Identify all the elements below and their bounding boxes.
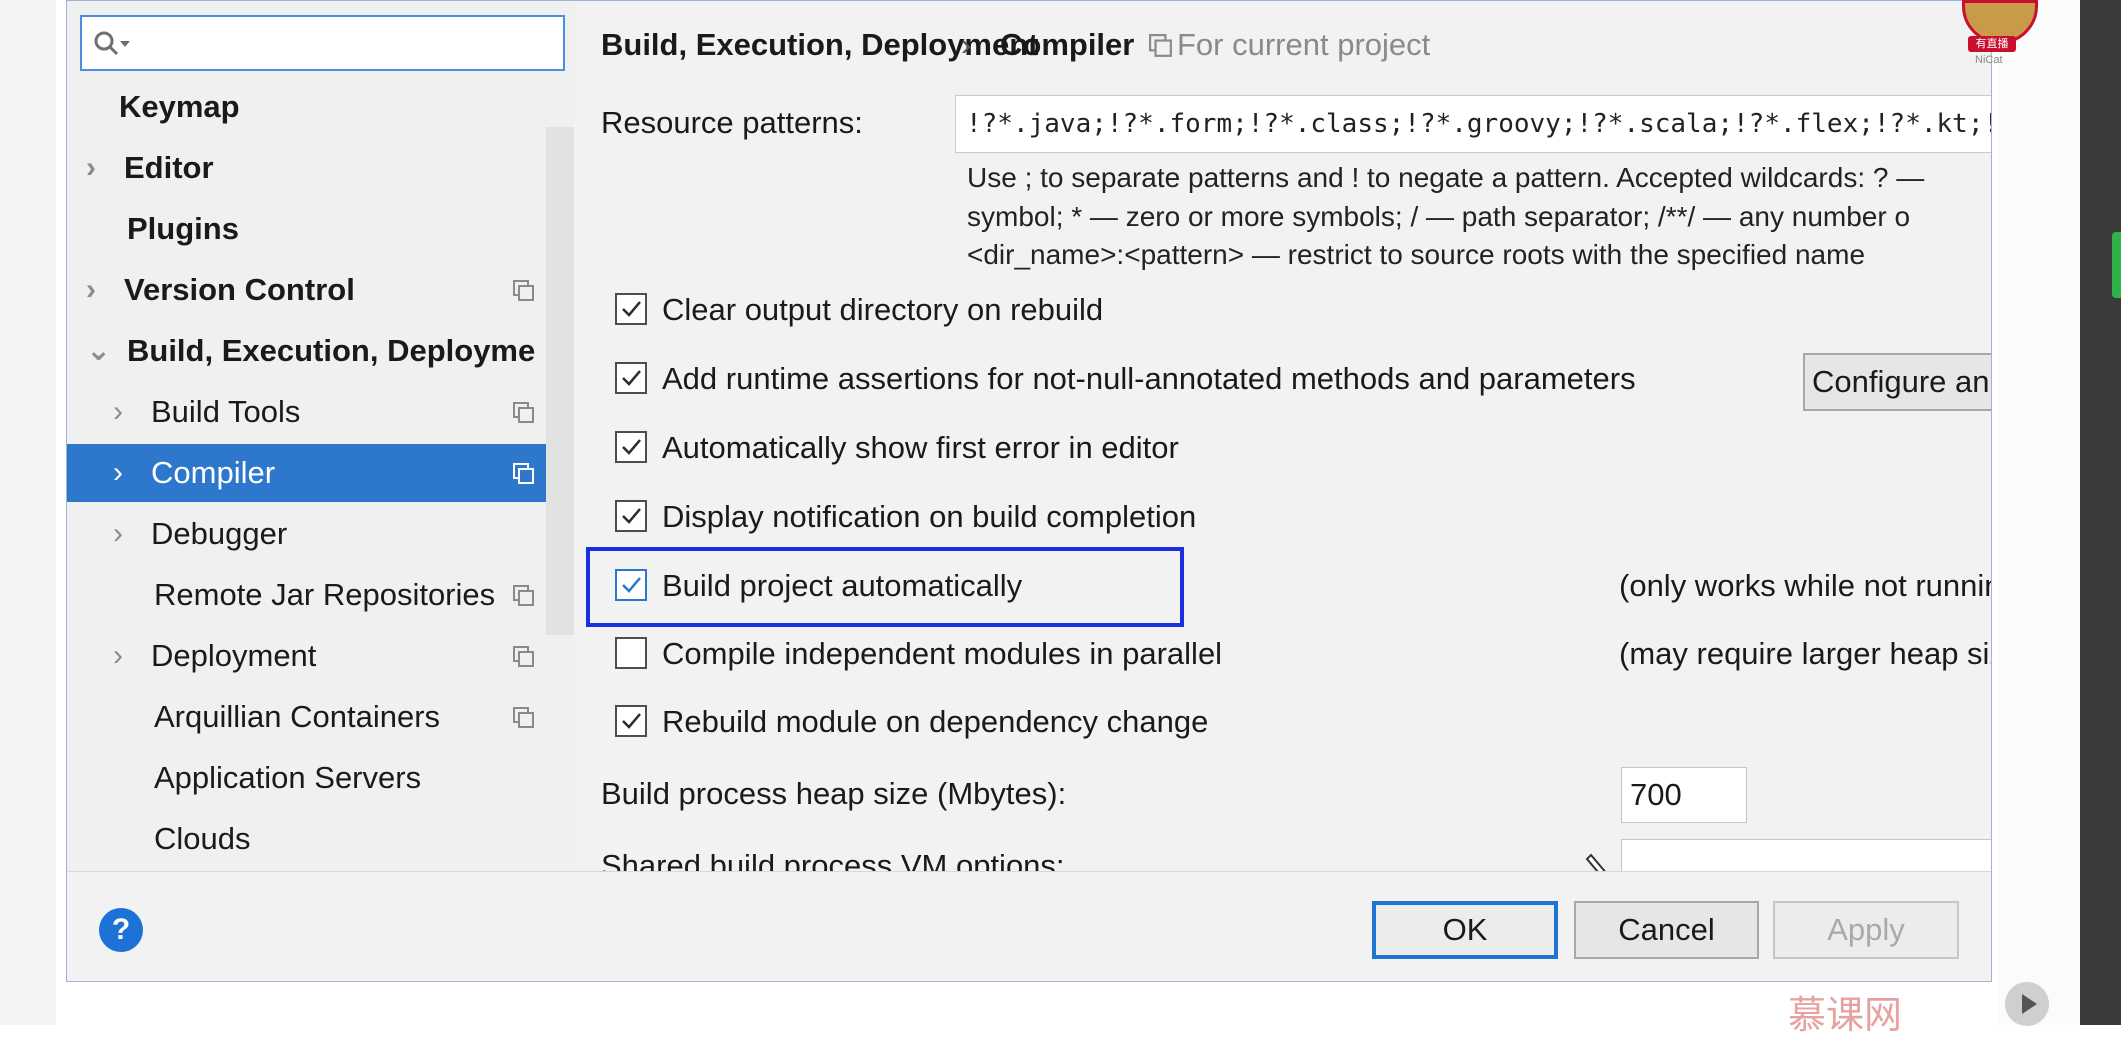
settings-sidebar: Keymap › Editor Plugins › Version Contro…: [67, 1, 574, 871]
scope-label: For current project: [1177, 27, 1431, 62]
apply-button[interactable]: Apply: [1773, 901, 1959, 959]
project-scope-icon: [513, 646, 534, 667]
background-page: [0, 0, 56, 1025]
play-button[interactable]: [2005, 982, 2049, 1026]
checkbox[interactable]: [615, 362, 647, 394]
option-label: Clear output directory on rebuild: [662, 292, 1104, 327]
option-label: Automatically show first error in editor: [662, 430, 1179, 465]
pencil-cursor-icon: [1585, 853, 1606, 871]
streamer-name: NiCat: [1975, 54, 2003, 66]
sidebar-item-label: Build Tools: [151, 394, 301, 429]
sidebar-item-arquillian-containers[interactable]: Arquillian Containers: [67, 688, 574, 746]
sidebar-item-clouds[interactable]: Clouds: [67, 810, 574, 868]
cancel-button[interactable]: Cancel: [1574, 901, 1759, 959]
auto-build-note: (only works while not running: [1619, 568, 1992, 603]
checkbox[interactable]: [615, 431, 647, 463]
project-scope-icon: [513, 585, 534, 606]
sidebar-item-debugger[interactable]: › Debugger: [67, 505, 574, 563]
side-tab[interactable]: [2112, 232, 2121, 298]
project-scope-icon: [513, 463, 534, 484]
vm-options-label: Shared build process VM options:: [601, 848, 1065, 871]
sidebar-item-label: Application Servers: [154, 760, 422, 795]
background-panel: [1998, 0, 2080, 1025]
resource-patterns-input[interactable]: !?*.java;!?*.form;!?*.class;!?*.groovy;!…: [955, 95, 1991, 153]
chevron-right-icon[interactable]: ›: [113, 627, 133, 685]
sidebar-item-label: Remote Jar Repositories: [154, 577, 496, 612]
parallel-note: (may require larger heap size): [1619, 636, 1992, 671]
project-scope-icon: [513, 707, 534, 728]
ok-button[interactable]: OK: [1372, 901, 1558, 959]
settings-dialog: Keymap › Editor Plugins › Version Contro…: [66, 0, 1992, 982]
sidebar-item-editor[interactable]: › Editor: [67, 139, 574, 197]
option-label: Rebuild module on dependency change: [662, 704, 1209, 739]
sidebar-item-label: Version Control: [124, 272, 355, 307]
option-label: Add runtime assertions for not-null-anno…: [662, 361, 1636, 396]
sidebar-item-plugins[interactable]: Plugins: [67, 200, 574, 258]
sidebar-scrollbar[interactable]: [546, 127, 574, 635]
live-badge: 有直播: [1968, 36, 2016, 52]
chevron-right-icon[interactable]: ›: [113, 383, 133, 441]
project-scope-icon: [513, 402, 534, 423]
configure-annotations-button[interactable]: Configure anno: [1803, 353, 1991, 411]
chevron-right-icon[interactable]: ›: [86, 261, 106, 319]
heap-size-input[interactable]: 700: [1621, 767, 1747, 823]
highlight-box: [586, 547, 1184, 627]
sidebar-item-label: Build, Execution, Deployment: [127, 333, 537, 368]
breadcrumb-parent[interactable]: Build, Execution, Deployment: [601, 23, 1039, 67]
sidebar-item-label: Debugger: [151, 516, 288, 551]
play-icon: [2022, 994, 2037, 1014]
project-scope-icon: [1149, 34, 1172, 57]
sidebar-item-label: Keymap: [119, 89, 240, 124]
sidebar-item-compiler[interactable]: › Compiler: [67, 444, 574, 502]
sidebar-item-version-control[interactable]: › Version Control: [67, 261, 574, 319]
sidebar-item-label: Plugins: [127, 211, 239, 246]
background-scrollbar-region: [2080, 0, 2121, 1025]
search-icon[interactable]: [92, 30, 132, 58]
resource-patterns-label: Resource patterns:: [601, 105, 863, 140]
chevron-right-icon[interactable]: ›: [113, 505, 133, 563]
chevron-right-icon[interactable]: ›: [113, 444, 133, 502]
sidebar-item-label: Deployment: [151, 638, 317, 673]
sidebar-item-build-tools[interactable]: › Build Tools: [67, 383, 574, 441]
settings-search-input[interactable]: [80, 15, 565, 71]
sidebar-item-deployment[interactable]: › Deployment: [67, 627, 574, 685]
project-scope-icon: [513, 280, 534, 301]
resource-hint-line: symbol; * — zero or more symbols; / — pa…: [967, 201, 1911, 232]
checkbox[interactable]: [615, 500, 647, 532]
checkbox[interactable]: [615, 637, 647, 669]
sidebar-item-build-execution-deployment[interactable]: ⌄ Build, Execution, Deployment: [67, 322, 574, 380]
watermark-logo: 慕课网: [1788, 995, 1903, 1037]
compiler-settings-panel: Build, Execution, Deployment › Compiler …: [575, 1, 1992, 871]
sidebar-item-label: Compiler: [151, 455, 276, 490]
sidebar-item-application-servers[interactable]: Application Servers: [67, 749, 574, 807]
dialog-footer: ? OK Cancel Apply: [67, 871, 1991, 981]
resource-hint-line: <dir_name>:<pattern> — restrict to sourc…: [967, 239, 1866, 270]
chevron-down-icon[interactable]: ⌄: [86, 322, 111, 380]
sidebar-item-keymap[interactable]: Keymap: [67, 78, 574, 136]
sidebar-item-label: Arquillian Containers: [154, 699, 441, 734]
heap-size-label: Build process heap size (Mbytes):: [601, 776, 1067, 811]
sidebar-item-label: Clouds: [154, 821, 251, 856]
page-title: Compiler: [1000, 27, 1135, 62]
sidebar-item-remote-jar-repositories[interactable]: Remote Jar Repositories: [67, 566, 574, 624]
chevron-right-icon[interactable]: ›: [86, 139, 106, 197]
option-label: Compile independent modules in parallel: [662, 636, 1223, 671]
resource-hint-line: Use ; to separate patterns and ! to nega…: [967, 162, 1925, 193]
help-button[interactable]: ?: [99, 908, 143, 952]
option-label: Display notification on build completion: [662, 499, 1197, 534]
checkbox[interactable]: [615, 705, 647, 737]
checkbox[interactable]: [615, 293, 647, 325]
vm-options-input[interactable]: [1621, 839, 1991, 871]
sidebar-item-label: Editor: [124, 150, 214, 185]
breadcrumb-separator: ›: [961, 27, 972, 62]
